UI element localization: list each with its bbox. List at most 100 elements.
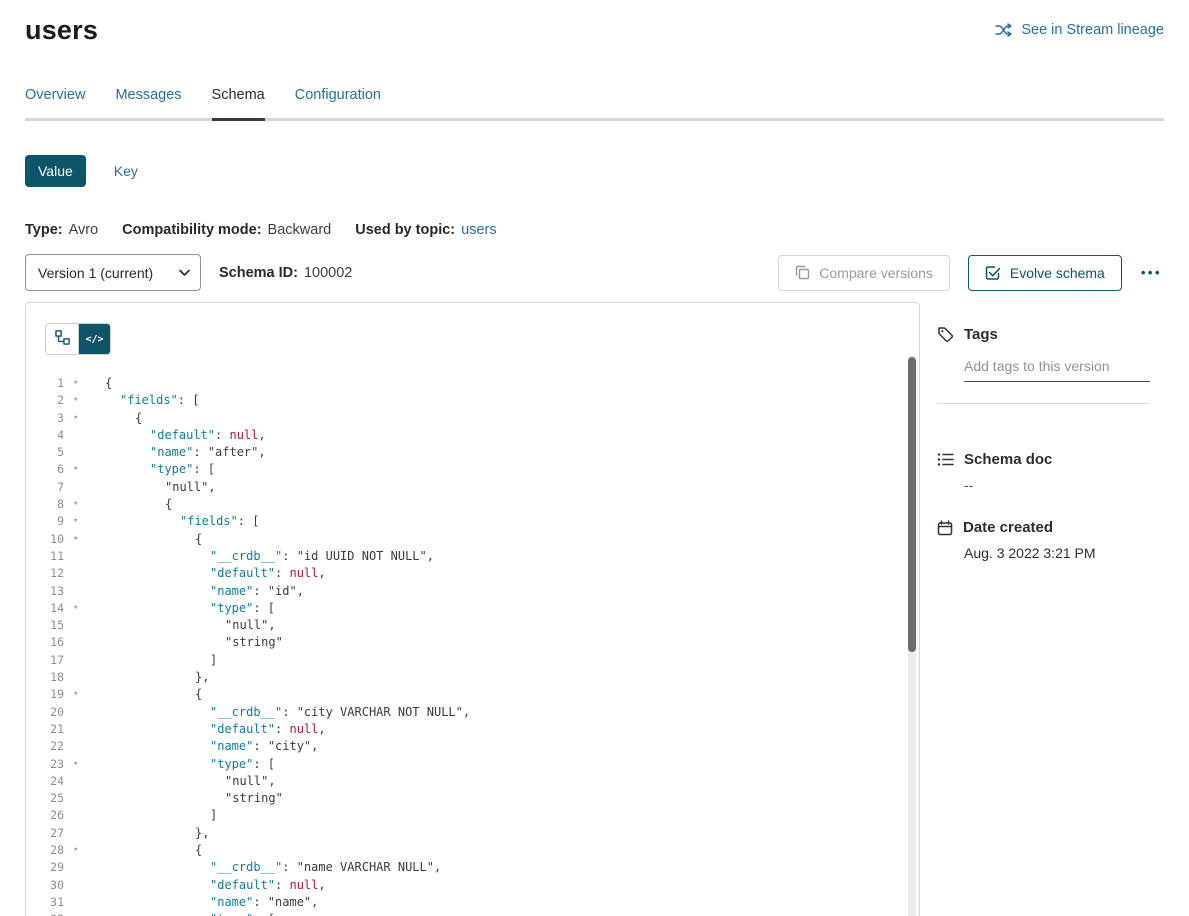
line-content: }, <box>86 669 209 686</box>
code-line: 20"__crdb__": "city VARCHAR NOT NULL", <box>26 704 919 721</box>
page-header: users See in Stream lineage <box>25 0 1164 46</box>
topic-link[interactable]: users <box>461 222 496 238</box>
line-content: "default": null, <box>86 427 266 444</box>
code-line: 10▾{ <box>26 531 919 548</box>
stream-lineage-label: See in Stream lineage <box>1021 22 1164 38</box>
line-content: "name": "after", <box>86 444 266 461</box>
line-content: "name": "name", <box>86 894 318 911</box>
version-select[interactable]: Version 1 (current) <box>25 254 201 291</box>
list-icon <box>937 452 954 467</box>
collapse-arrow-icon[interactable]: ▾ <box>64 600 86 617</box>
line-content: "__crdb__": "name VARCHAR NULL", <box>86 859 441 876</box>
stream-lineage-icon <box>995 23 1013 37</box>
toggle-value[interactable]: Value <box>25 155 86 187</box>
code-view-button[interactable]: </> <box>78 324 110 354</box>
line-number: 25 <box>26 790 64 807</box>
code-line: 16"string" <box>26 634 919 651</box>
line-number: 4 <box>26 427 64 444</box>
stream-lineage-link[interactable]: See in Stream lineage <box>995 22 1164 38</box>
evolve-check-icon <box>985 265 1001 281</box>
line-content: { <box>86 842 202 859</box>
date-created-section: Date created Aug. 3 2022 3:21 PM <box>937 519 1150 561</box>
tab-configuration[interactable]: Configuration <box>295 86 381 118</box>
tab-bar: Overview Messages Schema Configuration <box>25 86 1164 121</box>
tab-overview[interactable]: Overview <box>25 86 85 118</box>
line-number: 13 <box>26 583 64 600</box>
line-content: "null", <box>86 773 276 790</box>
tab-messages[interactable]: Messages <box>115 86 181 118</box>
line-content: "name": "city", <box>86 738 318 755</box>
collapse-arrow-icon[interactable]: ▾ <box>64 375 86 392</box>
collapse-arrow-icon[interactable]: ▾ <box>64 686 86 703</box>
line-number: 11 <box>26 548 64 565</box>
compare-versions-button[interactable]: Compare versions <box>778 255 950 291</box>
date-created-title: Date created <box>963 519 1053 536</box>
line-number: 21 <box>26 721 64 738</box>
scrollbar-thumb[interactable] <box>908 357 916 652</box>
schema-doc-section: Schema doc -- <box>937 451 1150 493</box>
meta-label: Used by topic: <box>355 222 455 238</box>
code-line: 7"null", <box>26 479 919 496</box>
code-line: 15"null", <box>26 617 919 634</box>
line-number: 24 <box>26 773 64 790</box>
editor-toolbar: </> <box>26 303 919 353</box>
line-content: "type": [ <box>86 461 215 478</box>
tags-input[interactable] <box>964 356 1150 382</box>
editor-scrollbar[interactable] <box>908 355 916 916</box>
evolve-schema-label: Evolve schema <box>1010 265 1105 281</box>
toggle-key[interactable]: Key <box>114 163 138 179</box>
collapse-arrow-icon[interactable]: ▾ <box>64 756 86 773</box>
page-title: users <box>25 14 98 46</box>
line-content: { <box>86 410 142 427</box>
code-line: 17] <box>26 652 919 669</box>
code-line: 19▾{ <box>26 686 919 703</box>
collapse-arrow-icon[interactable]: ▾ <box>64 531 86 548</box>
line-number: 18 <box>26 669 64 686</box>
collapse-arrow-icon[interactable]: ▾ <box>64 410 86 427</box>
collapse-arrow-icon[interactable]: ▾ <box>64 461 86 478</box>
line-content: "type": [ <box>86 600 275 617</box>
line-content: "default": null, <box>86 565 326 582</box>
line-number: 2 <box>26 392 64 409</box>
code-line: 18}, <box>26 669 919 686</box>
code-line: 14▾"type": [ <box>26 600 919 617</box>
meta-item: Used by topic: users <box>355 222 496 238</box>
date-created-heading: Date created <box>937 519 1150 536</box>
line-content: "type": [ <box>86 756 275 773</box>
line-number: 22 <box>26 738 64 755</box>
code-line: 13"name": "id", <box>26 583 919 600</box>
view-toggle-group: </> <box>45 323 111 355</box>
code-line: 5 "name": "after", <box>26 444 919 461</box>
line-content: "__crdb__": "city VARCHAR NOT NULL", <box>86 704 470 721</box>
tree-view-icon <box>55 330 70 348</box>
collapse-arrow-icon[interactable]: ▾ <box>64 496 86 513</box>
schema-id: Schema ID: 100002 <box>219 265 352 281</box>
line-content: { <box>86 686 202 703</box>
evolve-schema-button[interactable]: Evolve schema <box>968 255 1122 291</box>
code-line: 9▾"fields": [ <box>26 513 919 530</box>
code-line: 3▾{ <box>26 410 919 427</box>
line-content: { <box>86 531 202 548</box>
code-line: 24 "null", <box>26 773 919 790</box>
code-line: 21 "default": null, <box>26 721 919 738</box>
line-content: "fields": [ <box>86 392 199 409</box>
collapse-arrow-icon[interactable]: ▾ <box>64 513 86 530</box>
schema-sidebar: Tags Schema doc <box>920 302 1164 561</box>
more-options-button[interactable]: ••• <box>1139 259 1164 286</box>
code-line: 25"string" <box>26 790 919 807</box>
line-number: 5 <box>26 444 64 461</box>
code-line: 6▾"type": [ <box>26 461 919 478</box>
line-content: "default": null, <box>86 721 326 738</box>
tree-view-button[interactable] <box>46 324 78 354</box>
line-number: 3 <box>26 410 64 427</box>
line-number: 32 <box>26 911 64 916</box>
line-content: "null", <box>86 617 276 634</box>
line-number: 16 <box>26 634 64 651</box>
code-line: 28▾{ <box>26 842 919 859</box>
collapse-arrow-icon[interactable]: ▾ <box>64 842 86 859</box>
collapse-arrow-icon[interactable]: ▾ <box>64 392 86 409</box>
line-number: 27 <box>26 825 64 842</box>
schema-editor-panel: </> 1▾{2▾"fields": [3▾{4"default": null,… <box>25 302 920 916</box>
tab-schema[interactable]: Schema <box>212 86 265 118</box>
collapse-arrow-icon[interactable]: ▾ <box>64 911 86 916</box>
